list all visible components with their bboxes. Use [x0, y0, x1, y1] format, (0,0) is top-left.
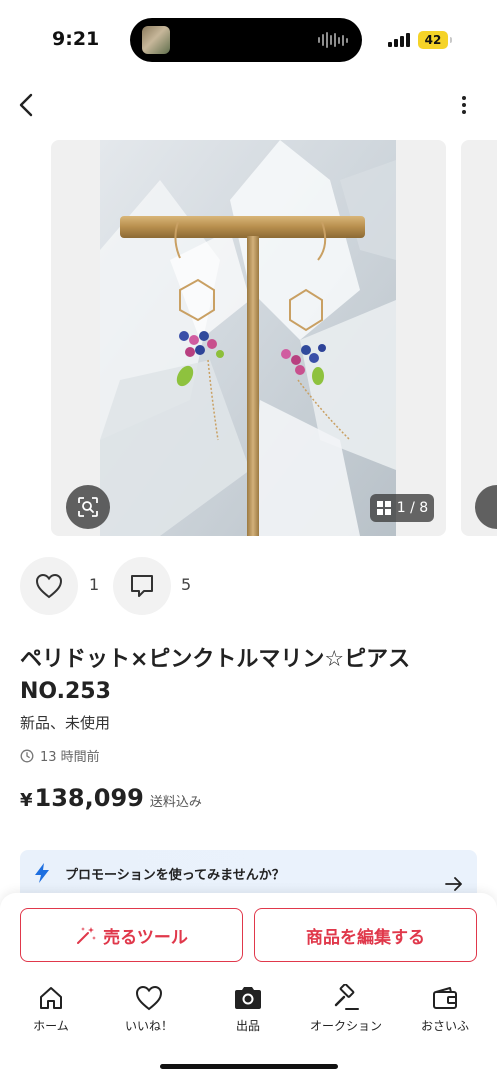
comment-icon [131, 575, 153, 597]
edit-item-button[interactable]: 商品を編集する [254, 908, 477, 962]
tab-auction[interactable]: オークション [301, 983, 391, 1043]
tab-bar: ホーム いいね！ 出品 オークション おさいふ [0, 983, 497, 1043]
status-bar: 9:21 42 [0, 0, 497, 80]
shipping-label: 送料込み [149, 795, 202, 810]
product-image-slide[interactable]: 1 / 8 [51, 140, 446, 536]
like-button[interactable] [20, 557, 78, 615]
tab-likes-label: いいね！ [124, 1019, 173, 1033]
sell-tool-button[interactable]: 売るツール [20, 908, 243, 962]
reactions-row: 1 5 [0, 555, 497, 617]
more-vertical-icon [462, 96, 466, 100]
item-price: 138,099 [34, 784, 144, 812]
grid-icon [376, 501, 391, 515]
tab-sell-label: 出品 [235, 1019, 260, 1033]
back-button[interactable] [12, 88, 40, 122]
product-photo [100, 140, 396, 536]
arrow-right-icon [445, 877, 462, 891]
image-counter[interactable]: 1 / 8 [370, 494, 434, 522]
tab-home-label: ホーム [33, 1019, 69, 1033]
comment-count: 5 [181, 575, 192, 594]
navigation-header [0, 80, 497, 130]
image-search-button[interactable] [66, 485, 110, 529]
next-image-search-button[interactable] [475, 485, 497, 529]
comment-button[interactable] [113, 557, 171, 615]
chevron-left-icon [19, 93, 33, 117]
edit-item-label: 商品を編集する [306, 927, 425, 948]
posted-time-label: 13 時間前 [40, 750, 100, 765]
home-icon [40, 987, 62, 1009]
next-image-slide[interactable] [461, 140, 497, 536]
gavel-icon [334, 984, 359, 1010]
battery-indicator: 42 [418, 31, 452, 49]
status-time: 9:21 [52, 28, 100, 50]
tab-home[interactable]: ホーム [6, 983, 96, 1043]
item-condition: 新品、未使用 [20, 714, 111, 732]
camera-icon [235, 987, 261, 1009]
image-carousel[interactable]: 1 / 8 [0, 140, 497, 537]
heart-icon [135, 985, 163, 1011]
image-counter-label: 1 / 8 [396, 500, 429, 516]
dynamic-island [130, 18, 362, 62]
lightning-icon [35, 863, 49, 883]
posted-time: 13 時間前 [20, 746, 100, 765]
now-playing-thumbnail [142, 26, 170, 54]
tab-likes[interactable]: いいね！ [104, 983, 194, 1043]
tab-sell[interactable]: 出品 [203, 983, 293, 1043]
audio-wave-icon [318, 31, 348, 49]
heart-icon [35, 573, 63, 599]
image-search-icon [78, 497, 98, 517]
like-count: 1 [89, 575, 100, 594]
clock-icon [20, 749, 34, 762]
sell-tool-label: 売るツール [103, 927, 188, 948]
tab-wallet-label: おさいふ [420, 1019, 469, 1033]
magic-wand-icon [77, 927, 97, 944]
currency-symbol: ¥ [20, 790, 33, 811]
tab-auction-label: オークション [309, 1019, 382, 1033]
promotion-text: プロモーションを使ってみませんか？ [65, 868, 285, 883]
item-title: ペリドット×ピンクトルマリン☆ピアス NO.253 [20, 647, 411, 704]
wallet-icon [433, 987, 457, 1009]
tab-wallet[interactable]: おさいふ [400, 983, 490, 1043]
cellular-signal-icon [388, 33, 410, 47]
home-indicator[interactable] [160, 1064, 338, 1069]
more-options-button[interactable] [450, 88, 478, 122]
price-row: ¥ 138,099 送料込み [20, 784, 202, 812]
